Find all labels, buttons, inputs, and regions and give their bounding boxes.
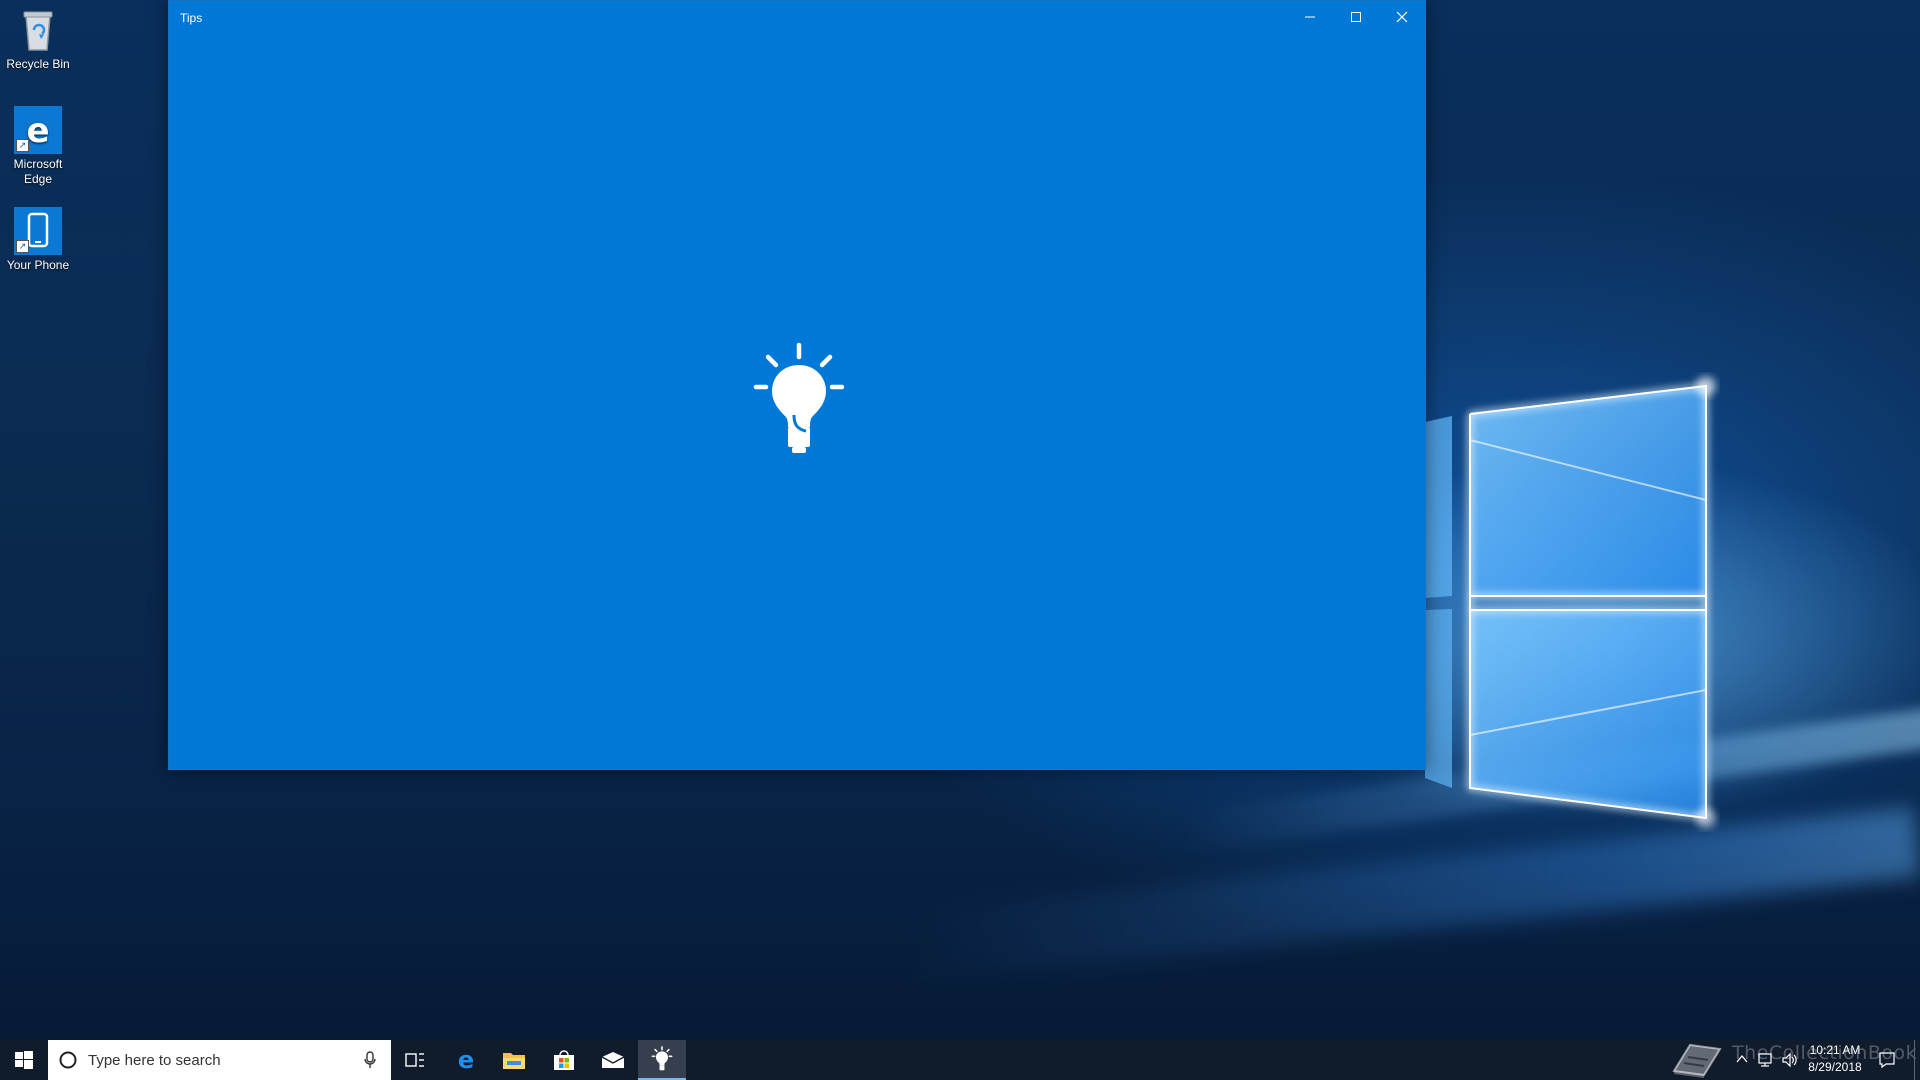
- task-view-icon: [405, 1053, 424, 1067]
- desktop-background: Recycle Bin e ↗ Microsoft Edge ↗ Your Ph…: [0, 0, 1920, 1040]
- taskbar: Type here to search e TheCollectionBook …: [0, 1040, 1920, 1080]
- mail-icon: [601, 1052, 625, 1068]
- taskbar-file-explorer-button[interactable]: [490, 1040, 538, 1080]
- edge-icon: e: [458, 1048, 474, 1072]
- network-icon[interactable]: [1757, 1051, 1775, 1069]
- taskbar-search-box[interactable]: Type here to search: [48, 1040, 391, 1080]
- window-title: Tips: [180, 11, 203, 25]
- cortana-icon: [59, 1051, 77, 1069]
- lightbulb-icon: [651, 1046, 673, 1071]
- window-titlebar[interactable]: Tips: [169, 1, 1425, 33]
- clock-date: 8/29/2018: [1808, 1060, 1862, 1074]
- clock-time: 10:21 AM: [1809, 1043, 1861, 1057]
- edge-icon: e ↗: [14, 106, 62, 154]
- book-watermark-icon: [1672, 1043, 1722, 1078]
- minimize-icon: [1305, 16, 1315, 18]
- taskbar-tips-button[interactable]: [638, 1040, 686, 1080]
- desktop-icon-label: Your Phone: [6, 258, 70, 272]
- shortcut-arrow-icon: ↗: [16, 240, 29, 253]
- action-center-icon[interactable]: [1878, 1051, 1896, 1069]
- desktop-icon-recycle-bin[interactable]: Recycle Bin: [2, 6, 74, 72]
- volume-icon[interactable]: [1781, 1051, 1799, 1069]
- windows-start-icon: [15, 1051, 33, 1069]
- maximize-button[interactable]: [1333, 1, 1379, 33]
- desktop-icon-label: Microsoft Edge: [13, 157, 63, 186]
- taskbar-edge-button[interactable]: e: [442, 1040, 490, 1080]
- folder-icon: [503, 1053, 525, 1069]
- search-placeholder: Type here to search: [88, 1052, 221, 1069]
- microphone-icon[interactable]: [363, 1051, 377, 1069]
- desktop-icon-your-phone[interactable]: ↗ Your Phone: [2, 207, 74, 273]
- maximize-icon: [1351, 12, 1361, 22]
- chevron-up-icon[interactable]: [1736, 1052, 1748, 1066]
- desktop-icon-label: Recycle Bin: [6, 57, 70, 71]
- clock[interactable]: 10:21 AM 8/29/2018: [1800, 1043, 1870, 1074]
- close-icon: [1396, 11, 1408, 23]
- desktop-icon-microsoft-edge[interactable]: e ↗ Microsoft Edge: [2, 106, 74, 187]
- taskbar-mail-button[interactable]: [589, 1040, 637, 1080]
- lightbulb-icon: [753, 342, 845, 453]
- minimize-button[interactable]: [1287, 1, 1333, 33]
- close-button[interactable]: [1379, 1, 1425, 33]
- taskbar-store-button[interactable]: [540, 1040, 588, 1080]
- show-desktop-button[interactable]: [1914, 1040, 1920, 1080]
- phone-icon: ↗: [14, 207, 62, 255]
- svg-text:e: e: [458, 1048, 474, 1072]
- task-view-button[interactable]: [391, 1040, 439, 1080]
- store-icon: [554, 1050, 574, 1070]
- recycle-bin-icon: [14, 6, 62, 54]
- shortcut-arrow-icon: ↗: [16, 139, 29, 152]
- svg-text:e: e: [26, 111, 49, 151]
- start-button[interactable]: [0, 1040, 48, 1080]
- tips-app-window[interactable]: Tips: [168, 0, 1426, 770]
